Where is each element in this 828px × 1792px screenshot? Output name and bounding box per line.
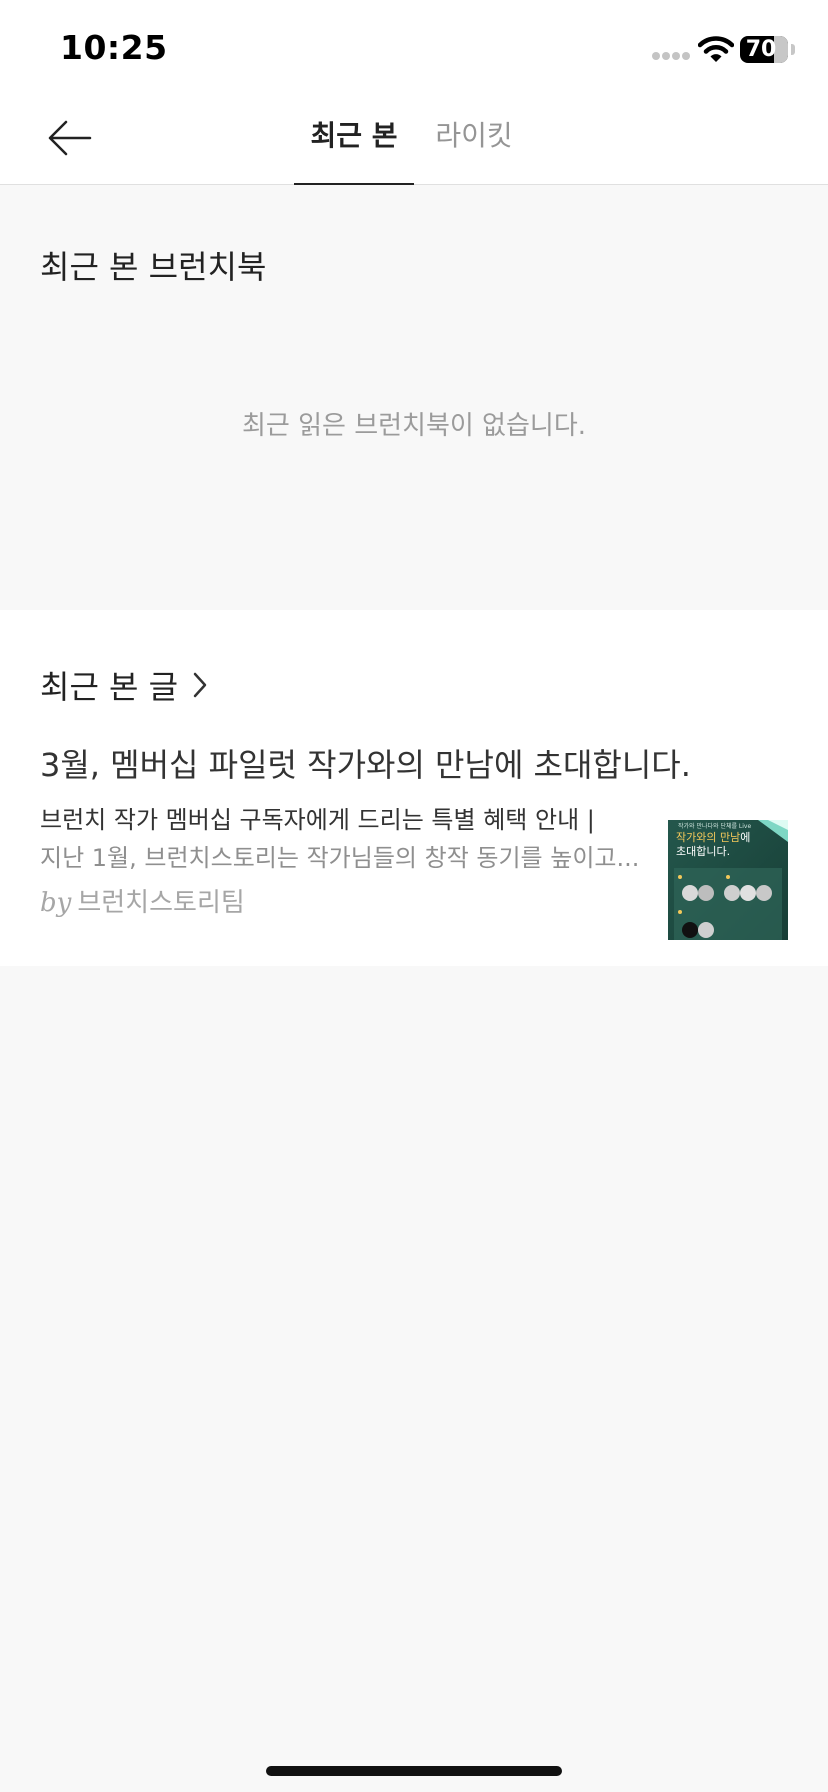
author-name: 브런치스토리팀 bbox=[77, 888, 245, 918]
post-thumbnail: 작가와 만나다와 단체를 Live 작가와의 만남에 초대합니다. bbox=[668, 820, 788, 940]
thumb-headline-suffix: 에 bbox=[740, 831, 750, 844]
status-time: 10:25 bbox=[60, 28, 168, 67]
thumb-headline-2: 초대합니다. bbox=[676, 845, 730, 858]
recent-posts-header[interactable]: 최근 본 글 bbox=[40, 662, 210, 708]
battery-icon: 70 bbox=[740, 36, 788, 63]
post-author: by 브런치스토리팀 bbox=[40, 882, 245, 919]
by-label: by bbox=[40, 888, 72, 918]
wifi-icon bbox=[698, 36, 734, 62]
status-bar: 10:25 70 bbox=[0, 0, 828, 90]
battery-level: 70 bbox=[745, 37, 777, 62]
cellular-signal-icon bbox=[652, 52, 692, 62]
svg-text:작가와의 만남에: 작가와의 만남에 bbox=[676, 831, 750, 844]
back-arrow-icon[interactable] bbox=[44, 118, 94, 158]
empty-message: 최근 읽은 브런치북이 없습니다. bbox=[241, 411, 587, 441]
post-title: 3월, 멤버십 파일럿 작가와의 만남에 초대합니다. bbox=[40, 746, 691, 784]
chevron-right-icon bbox=[193, 672, 207, 698]
recent-books-title: 최근 본 브런치북 bbox=[40, 248, 267, 286]
nav-header: 최근 본 라이킷 bbox=[0, 90, 828, 185]
post-description: 지난 1월, 브런치스토리는 작가님들의 창작 동기를 높이고... bbox=[40, 844, 640, 872]
tab-recent[interactable]: 최근 본 bbox=[294, 90, 414, 185]
recent-books-section: 최근 본 브런치북 최근 읽은 브런치북이 없습니다. bbox=[0, 185, 828, 610]
recent-posts-section: 최근 본 글 3월, 멤버십 파일럿 작가와의 만남에 초대합니다. 브런치 작… bbox=[0, 610, 828, 966]
battery-cap bbox=[791, 44, 795, 55]
home-indicator bbox=[266, 1766, 562, 1776]
post-list-item[interactable]: 3월, 멤버십 파일럿 작가와의 만남에 초대합니다. 브런치 작가 멤버십 구… bbox=[0, 740, 828, 940]
thumb-headline-accent: 작가와의 만남 bbox=[676, 831, 740, 844]
post-subtitle: 브런치 작가 멤버십 구독자에게 드리는 특별 혜택 안내 | bbox=[40, 806, 595, 834]
thumb-top-text: 작가와 만나다와 단체를 Live bbox=[678, 822, 751, 830]
recent-posts-title: 최근 본 글 bbox=[40, 668, 179, 706]
tab-like[interactable]: 라이킷 bbox=[426, 90, 522, 184]
